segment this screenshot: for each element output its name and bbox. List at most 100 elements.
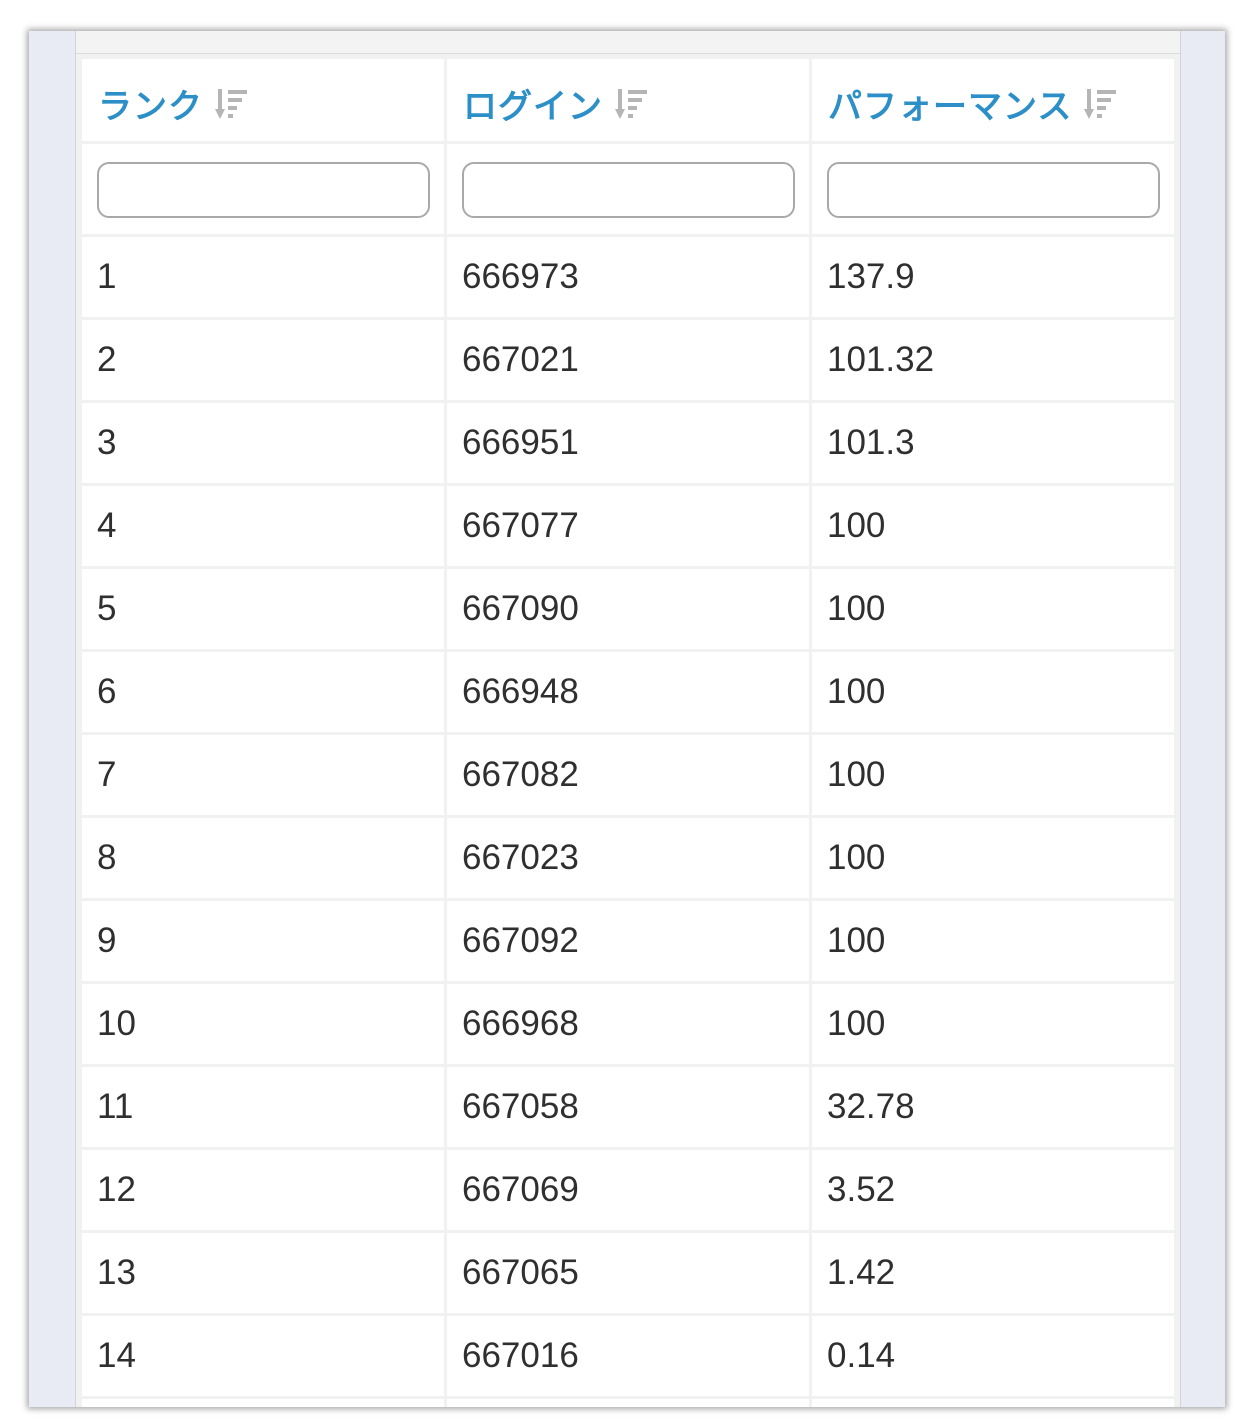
- login-value: 667077: [462, 506, 579, 545]
- login-cell: 666968: [447, 984, 809, 1064]
- performance-value: 3.52: [827, 1170, 896, 1209]
- login-value: 667069: [462, 1170, 579, 1209]
- rank-cell: 3: [82, 403, 444, 483]
- table-row: 2 667021 101.32: [82, 320, 1174, 400]
- column-header-label: ランク: [98, 87, 203, 127]
- rank-value: 5: [97, 589, 117, 628]
- performance-value: 100: [827, 921, 886, 960]
- login-value: 667016: [462, 1336, 579, 1375]
- performance-cell: 32.78: [812, 1067, 1174, 1147]
- login-cell: 667090: [447, 569, 809, 649]
- filter-cell: [812, 144, 1174, 234]
- login-cell: 667092: [447, 901, 809, 981]
- rank-cell: 14: [82, 1316, 444, 1396]
- login-cell: 667021: [447, 320, 809, 400]
- login-filter-input[interactable]: [462, 162, 795, 218]
- column-header-rank[interactable]: ランク: [82, 59, 444, 141]
- performance-value: 0.14: [827, 1336, 896, 1375]
- rank-value: 13: [97, 1253, 136, 1292]
- rank-value: 9: [97, 921, 117, 960]
- rank-cell: [82, 1399, 444, 1407]
- performance-cell: 3.52: [812, 1150, 1174, 1230]
- performance-value: 101.32: [827, 340, 935, 379]
- rank-value: 4: [97, 506, 117, 545]
- rank-cell: 7: [82, 735, 444, 815]
- login-value: 666968: [462, 1004, 579, 1043]
- performance-cell: 100: [812, 486, 1174, 566]
- login-cell: 667077: [447, 486, 809, 566]
- rank-value: 2: [97, 340, 117, 379]
- column-header-performance[interactable]: パフォーマンス: [812, 59, 1174, 141]
- login-value: 666973: [462, 257, 579, 296]
- table-row-partial: [82, 1399, 1174, 1407]
- rank-value: 7: [97, 755, 117, 794]
- login-cell: 667058: [447, 1067, 809, 1147]
- table-row: 13 667065 1.42: [82, 1233, 1174, 1313]
- sort-icon[interactable]: [1084, 87, 1120, 121]
- rank-value: 8: [97, 838, 117, 877]
- login-value: 667092: [462, 921, 579, 960]
- performance-cell: 137.9: [812, 237, 1174, 317]
- login-cell: 666948: [447, 652, 809, 732]
- rank-value: 11: [97, 1087, 134, 1126]
- table-row: 11 667058 32.78: [82, 1067, 1174, 1147]
- table-panel: ランク ログイン パフォーマンス 1 666973 137.9 2 667021…: [75, 31, 1181, 1407]
- table-row: 6 666948 100: [82, 652, 1174, 732]
- login-value: 667090: [462, 589, 579, 628]
- performance-value: 137.9: [827, 257, 915, 296]
- rank-cell: 5: [82, 569, 444, 649]
- performance-cell: 1.42: [812, 1233, 1174, 1313]
- rank-value: 1: [97, 257, 117, 296]
- rank-value: 12: [97, 1170, 136, 1209]
- performance-filter-input[interactable]: [827, 162, 1160, 218]
- column-header-login[interactable]: ログイン: [447, 59, 809, 141]
- login-cell: 666951: [447, 403, 809, 483]
- performance-cell: 0.14: [812, 1316, 1174, 1396]
- table-row: 8 667023 100: [82, 818, 1174, 898]
- login-cell: 667016: [447, 1316, 809, 1396]
- sort-icon[interactable]: [215, 87, 251, 121]
- performance-value: 101.3: [827, 423, 915, 462]
- rank-cell: 9: [82, 901, 444, 981]
- table-row: 7 667082 100: [82, 735, 1174, 815]
- login-value: 667058: [462, 1087, 579, 1126]
- performance-value: 100: [827, 672, 886, 711]
- login-cell: 666973: [447, 237, 809, 317]
- performance-cell: 101.32: [812, 320, 1174, 400]
- rank-cell: 13: [82, 1233, 444, 1313]
- column-header-label: パフォーマンス: [828, 87, 1073, 127]
- rank-value: 6: [97, 672, 117, 711]
- performance-value: 100: [827, 1004, 886, 1043]
- performance-value: 100: [827, 838, 886, 877]
- filter-cell: [82, 144, 444, 234]
- rank-cell: 6: [82, 652, 444, 732]
- filter-cell: [447, 144, 809, 234]
- login-value: 667065: [462, 1253, 579, 1292]
- performance-value: 100: [827, 589, 886, 628]
- table-row: 9 667092 100: [82, 901, 1174, 981]
- app-window: ランク ログイン パフォーマンス 1 666973 137.9 2 667021…: [29, 31, 1225, 1407]
- table-row: 4 667077 100: [82, 486, 1174, 566]
- rank-cell: 2: [82, 320, 444, 400]
- rank-cell: 8: [82, 818, 444, 898]
- performance-cell: 101.3: [812, 403, 1174, 483]
- login-cell: 667023: [447, 818, 809, 898]
- login-value: 667021: [462, 340, 579, 379]
- performance-value: 1.42: [827, 1253, 896, 1292]
- sort-icon[interactable]: [615, 87, 651, 121]
- login-cell: 667069: [447, 1150, 809, 1230]
- rank-filter-input[interactable]: [97, 162, 430, 218]
- performance-value: 100: [827, 506, 886, 545]
- login-value: 667082: [462, 755, 579, 794]
- login-cell: [447, 1399, 809, 1407]
- rank-cell: 12: [82, 1150, 444, 1230]
- performance-cell: 100: [812, 901, 1174, 981]
- table-row: 12 667069 3.52: [82, 1150, 1174, 1230]
- performance-value: 100: [827, 755, 886, 794]
- performance-cell: 100: [812, 818, 1174, 898]
- rank-value: 3: [97, 423, 117, 462]
- login-cell: 667082: [447, 735, 809, 815]
- login-value: 666948: [462, 672, 579, 711]
- rank-cell: 1: [82, 237, 444, 317]
- performance-cell: [812, 1399, 1174, 1407]
